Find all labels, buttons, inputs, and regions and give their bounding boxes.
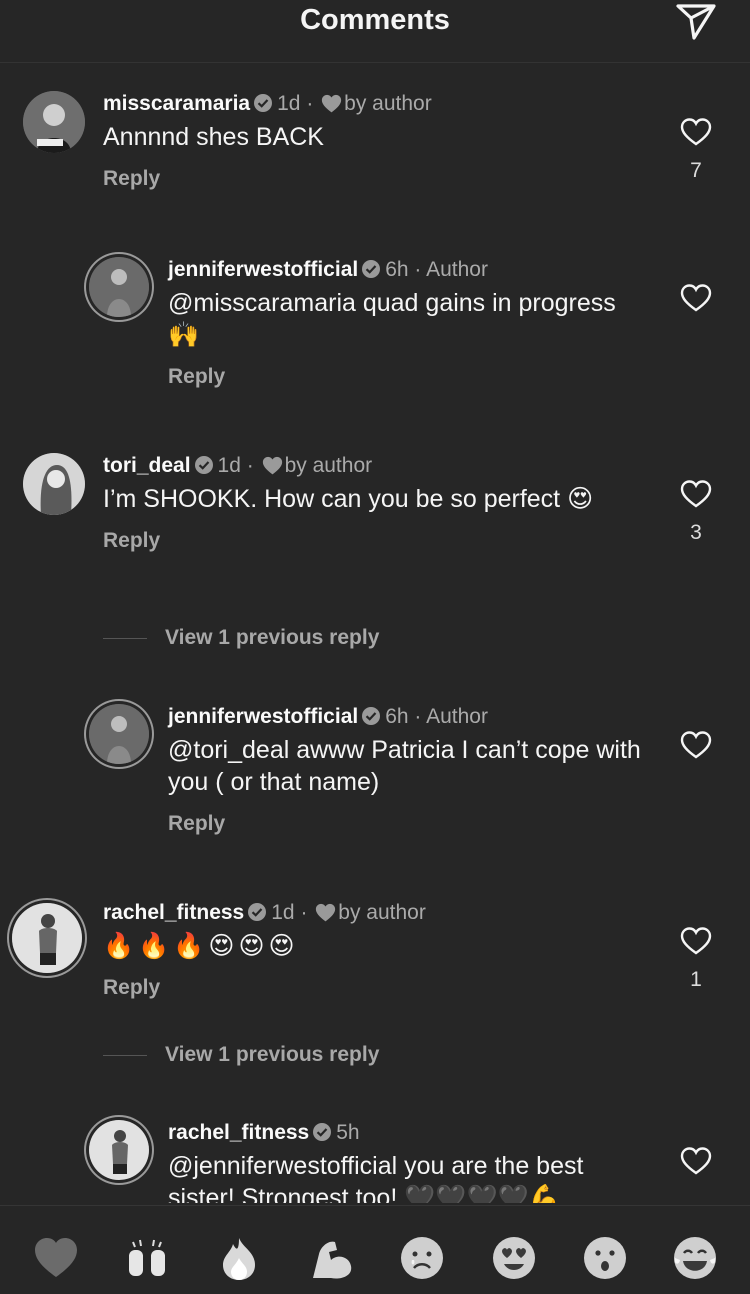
comment-text: Annnnd shes BACK — [103, 123, 324, 151]
comment-text: @misscaramaria quad gains in progress 🙌 — [168, 289, 616, 349]
comment-body: rachel_fitness 1d · by author 🔥🔥🔥😍😍😍 Repl… — [103, 898, 643, 1000]
like-count: 7 — [690, 159, 702, 182]
comment-body: jenniferwestofficial 6h · Author @tori_de… — [168, 702, 648, 836]
avatar[interactable] — [89, 257, 149, 317]
crying-face-emoji-button[interactable] — [398, 1234, 446, 1282]
like-button[interactable] — [680, 1146, 714, 1176]
heart-icon — [315, 901, 336, 922]
divider — [103, 637, 147, 639]
paper-plane-icon[interactable] — [672, 0, 720, 44]
comment-text: 🔥🔥🔥😍😍😍 — [103, 932, 299, 960]
surprised-face-emoji-button[interactable] — [581, 1234, 629, 1282]
reply-button[interactable]: Reply — [168, 812, 648, 836]
heart-outline-icon — [680, 118, 712, 146]
heart-outline-icon — [680, 927, 712, 955]
avatar[interactable] — [12, 903, 82, 973]
username[interactable]: jenniferwestofficial — [168, 258, 358, 281]
verified-badge-icon — [194, 454, 214, 474]
comment-text: I’m SHOOKK. How can you be so perfect 😍 — [103, 485, 594, 513]
comments-header: Comments — [0, 0, 750, 63]
like-button[interactable]: 7 — [680, 117, 714, 183]
like-button[interactable]: 3 — [680, 479, 714, 545]
liked-by-author: by author — [338, 901, 426, 924]
username[interactable]: jenniferwestofficial — [168, 705, 358, 728]
author-badge: Author — [426, 705, 488, 728]
comment-body: jenniferwestofficial 6h · Author @misscar… — [168, 255, 648, 389]
comment-time: 6h — [385, 258, 409, 281]
heart-outline-icon — [680, 1147, 712, 1175]
avatar[interactable] — [89, 1120, 149, 1180]
author-badge: Author — [426, 258, 488, 281]
heart-icon — [321, 92, 342, 113]
username[interactable]: misscaramaria — [103, 92, 250, 115]
reply-button[interactable]: Reply — [103, 167, 643, 191]
tears-of-joy-emoji-button[interactable] — [671, 1234, 719, 1282]
heart-outline-icon — [680, 731, 712, 759]
divider — [103, 1054, 147, 1056]
verified-badge-icon — [312, 1121, 332, 1141]
comment-body: rachel_fitness 5h @jenniferwestofficial y… — [168, 1118, 648, 1203]
fire-emoji-button[interactable] — [215, 1234, 263, 1282]
like-count: 1 — [690, 968, 702, 991]
liked-by-author: by author — [344, 92, 432, 115]
black-heart-emoji-button[interactable] — [32, 1234, 80, 1282]
comment-time: 1d — [217, 454, 241, 477]
like-button[interactable] — [680, 730, 714, 760]
username[interactable]: rachel_fitness — [103, 901, 244, 924]
verified-badge-icon — [361, 258, 381, 278]
avatar[interactable] — [89, 704, 149, 764]
username[interactable]: tori_deal — [103, 454, 191, 477]
heart-outline-icon — [680, 284, 712, 312]
comment-text: @jenniferwestofficial you are the best s… — [168, 1152, 584, 1203]
view-previous-replies-button[interactable]: View 1 previous reply — [103, 623, 379, 653]
like-count: 3 — [690, 521, 702, 544]
liked-by-author: by author — [284, 454, 373, 477]
verified-badge-icon — [253, 92, 273, 112]
reply-button[interactable]: Reply — [168, 365, 648, 389]
quick-reaction-bar — [0, 1205, 750, 1294]
comment-time: 1d — [271, 901, 295, 924]
flexed-biceps-emoji-button[interactable] — [307, 1234, 355, 1282]
comment-time: 6h — [385, 705, 409, 728]
comment-time: 5h — [336, 1121, 360, 1144]
heart-eyes-emoji-button[interactable] — [490, 1234, 538, 1282]
raising-hands-emoji-button[interactable] — [123, 1234, 171, 1282]
avatar[interactable] — [23, 453, 85, 515]
like-button[interactable]: 1 — [680, 926, 714, 992]
heart-icon — [262, 454, 283, 475]
heart-outline-icon — [680, 480, 712, 508]
page-title: Comments — [300, 4, 450, 36]
verified-badge-icon — [247, 901, 267, 921]
comment-list: misscaramaria 1d · by author Annnnd shes … — [0, 63, 750, 1203]
comment-text: @tori_deal awww Patricia I can’t cope wi… — [168, 736, 641, 796]
comment-body: tori_deal 1d · by author I’m SHOOKK. How … — [103, 451, 643, 553]
comment-time: 1d — [277, 92, 301, 115]
comment-body: misscaramaria 1d · by author Annnnd shes … — [103, 89, 643, 191]
reply-button[interactable]: Reply — [103, 529, 643, 553]
username[interactable]: rachel_fitness — [168, 1121, 309, 1144]
verified-badge-icon — [361, 705, 381, 725]
avatar[interactable] — [23, 91, 85, 153]
reply-button[interactable]: Reply — [103, 976, 643, 1000]
like-button[interactable] — [680, 283, 714, 313]
view-previous-replies-button[interactable]: View 1 previous reply — [103, 1040, 379, 1070]
